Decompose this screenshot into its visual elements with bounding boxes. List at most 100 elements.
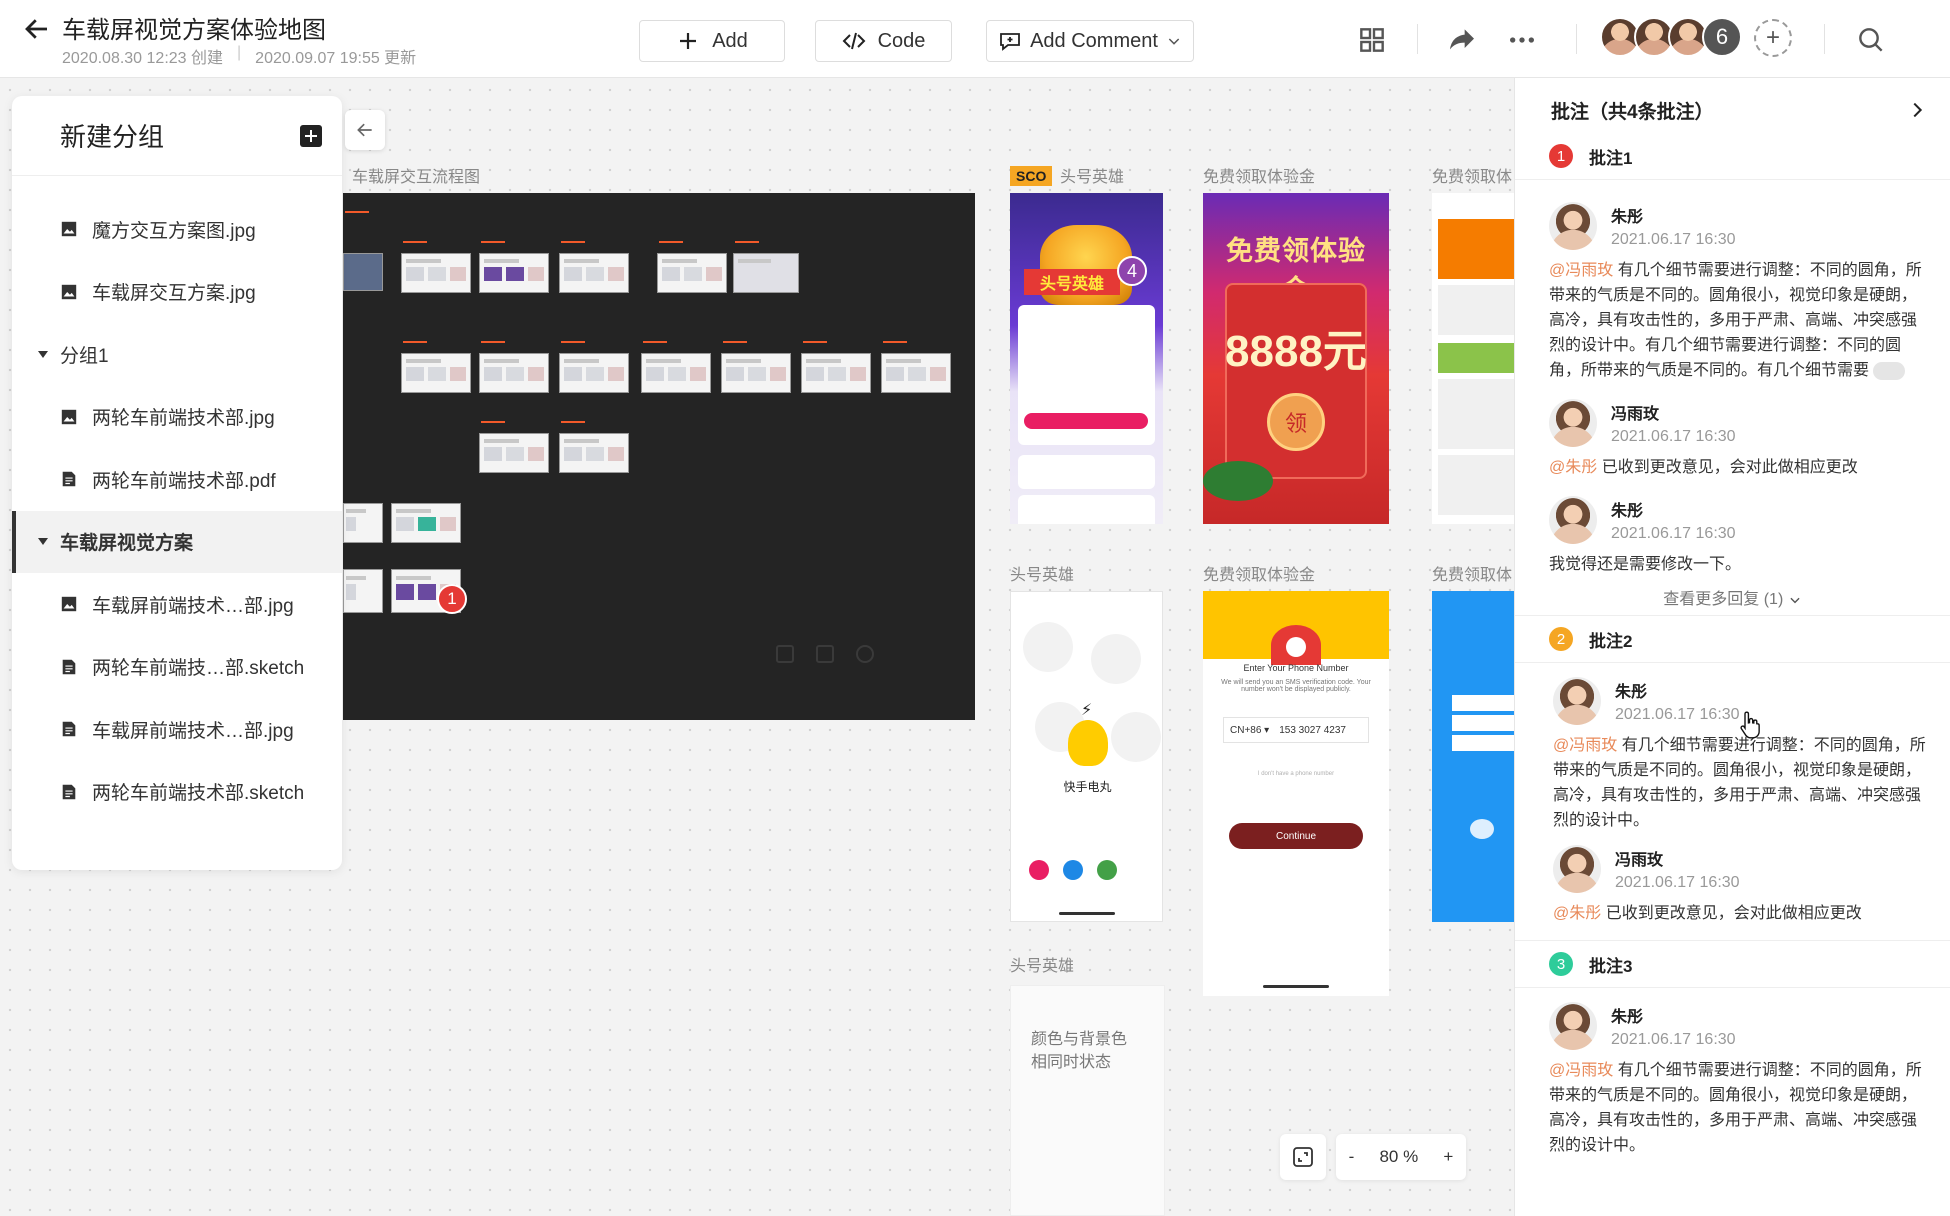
flow-chart-frame[interactable] [343, 193, 975, 720]
fit-screen-button[interactable] [1280, 1134, 1326, 1180]
continue-button: Continue [1229, 823, 1363, 849]
mention-link[interactable]: @朱彤 [1553, 905, 1601, 922]
mention-link[interactable]: @冯雨玫 [1549, 1062, 1613, 1079]
phone-mock-app-login[interactable]: ⚡ 快手电丸 [1010, 591, 1163, 922]
left-panel-header: 新建分组 [12, 96, 342, 176]
chevron-right-icon[interactable] [1906, 99, 1928, 121]
phone-mock-hero[interactable]: 头号英雄 [1010, 193, 1163, 524]
store-products [1438, 455, 1516, 515]
zoom-out-button[interactable]: - [1349, 1147, 1355, 1167]
phone-mock-trial[interactable]: 免费领体验金 8888元 领 [1203, 193, 1389, 524]
flow-thumbnail[interactable] [343, 569, 383, 613]
search-icon[interactable] [1855, 24, 1887, 56]
avatar [1549, 1002, 1597, 1050]
menu-row [1452, 695, 1516, 711]
file-item[interactable]: 车载屏前端技术…部.jpg [12, 573, 342, 636]
add-comment-dropdown[interactable]: Add Comment [986, 20, 1194, 62]
file-item[interactable]: 车载屏交互方案.jpg [12, 261, 342, 324]
comment-author: 朱彤 2021.06.17 16:30 [1549, 1002, 1930, 1050]
add-button[interactable]: Add [639, 20, 785, 62]
annotation-marker[interactable]: 1 [437, 584, 467, 614]
collapse-panel-button[interactable] [345, 110, 385, 150]
file-item[interactable]: 两轮车前端技术部.sketch [12, 761, 342, 824]
file-item[interactable]: 魔方交互方案图.jpg [12, 198, 342, 261]
annotation-header[interactable]: 1 批注1 [1515, 142, 1950, 180]
flow-thumbnail[interactable] [479, 253, 549, 293]
menu-row [1452, 735, 1516, 751]
annotation-header[interactable]: 3 批注3 [1515, 940, 1950, 988]
flow-thumbnail[interactable] [801, 353, 871, 393]
flow-thumbnail[interactable] [559, 433, 629, 473]
view-more-replies-button[interactable]: 查看更多回复 (1) [1515, 577, 1950, 615]
group-item[interactable]: 分组1 [12, 323, 342, 386]
comment-body: 已收到更改意见，会对此做相应更改 [1601, 905, 1862, 922]
flow-thumbnail[interactable] [479, 353, 549, 393]
member-count-badge: 6 [1702, 17, 1742, 57]
share-icon[interactable] [1446, 24, 1478, 56]
document-meta: 2020.08.30 12:23 创建 | 2020.09.07 19:55 更… [62, 44, 416, 68]
add-member-button[interactable]: + [1754, 19, 1792, 57]
author-name: 冯雨玫 [1615, 852, 1664, 869]
phone-mock-store[interactable] [1432, 193, 1516, 524]
verify-title: Enter Your Phone Number [1243, 663, 1349, 673]
flow-thumbnail[interactable] [881, 353, 951, 393]
phone-mock-verify[interactable]: Enter Your Phone Number We will send you… [1203, 591, 1389, 996]
file-item[interactable]: 两轮车前端技术部.pdf [12, 448, 342, 511]
annotation-marker[interactable]: 4 [1117, 256, 1147, 286]
store-products [1438, 379, 1516, 449]
flow-thumbnail[interactable] [733, 253, 799, 293]
flow-chart-label: 车载屏交互流程图 [352, 169, 481, 186]
created-time: 2020.08.30 12:23 创建 [62, 50, 224, 67]
expand-more-button[interactable] [1873, 361, 1906, 380]
code-button[interactable]: Code [815, 20, 952, 62]
mention-link[interactable]: @冯雨玫 [1553, 737, 1617, 754]
phone-mock-blue[interactable] [1432, 591, 1516, 922]
mascot-graphic [1068, 720, 1108, 766]
group-label: 分组1 [60, 345, 109, 367]
file-item[interactable]: 车载屏前端技术…部.jpg [12, 698, 342, 761]
file-item[interactable]: 两轮车前端技术部.jpg [12, 386, 342, 449]
flow-thumbnail[interactable] [343, 503, 383, 543]
bolt-icon: ⚡ [1081, 702, 1093, 719]
back-arrow-icon[interactable] [22, 14, 52, 44]
flow-tag [643, 341, 667, 343]
store-promo [1438, 343, 1516, 373]
flow-thumbnail[interactable] [401, 253, 471, 293]
author-name: 朱彤 [1611, 1009, 1644, 1026]
mention-link[interactable]: @朱彤 [1549, 459, 1597, 476]
flow-thumbnail[interactable] [721, 353, 791, 393]
comment-time: 2021.06.17 16:30 [1615, 706, 1740, 723]
annotation-number: 3 [1549, 952, 1573, 976]
flow-thumbnail[interactable] [657, 253, 727, 293]
flow-tag [883, 341, 907, 343]
comment-time: 2021.06.17 16:30 [1615, 874, 1740, 891]
left-panel: 新建分组 魔方交互方案图.jpg 车载屏交互方案.jpg 分组1 两轮车前端技术… [12, 96, 342, 870]
mention-link[interactable]: @冯雨玫 [1549, 262, 1613, 279]
grid-view-icon[interactable] [1356, 24, 1388, 56]
add-group-button[interactable] [300, 124, 322, 147]
note-card[interactable]: 颜色与背景色 相同时状态 [1010, 985, 1165, 1216]
annotation-header[interactable]: 2 批注2 [1515, 615, 1950, 663]
flow-thumbnail[interactable] [343, 253, 383, 291]
flow-thumbnail[interactable] [479, 433, 549, 473]
file-item[interactable]: 两轮车前端技…部.sketch [12, 636, 342, 699]
flow-thumbnail[interactable] [559, 353, 629, 393]
zoom-in-button[interactable]: + [1443, 1147, 1453, 1167]
wechat-login-icon [1097, 860, 1117, 880]
comment-body: 有几个细节需要进行调整：不同的圆角，所带来的气质是不同的。圆角很小，视觉印象是硬… [1549, 262, 1922, 379]
comment-add-icon [1000, 33, 1020, 51]
flow-thumbnail[interactable] [401, 353, 471, 393]
flow-thumbnail[interactable] [559, 253, 629, 293]
more-icon[interactable] [1506, 24, 1538, 56]
comments-title: 批注（共4条批注） [1551, 101, 1714, 123]
flow-thumbnail[interactable] [391, 503, 461, 543]
fit-screen-icon [1293, 1147, 1313, 1167]
comment-body: 已收到更改意见，会对此做相应更改 [1597, 459, 1858, 476]
collaborator-avatars[interactable]: 6 [1600, 17, 1742, 57]
annotation-label: 批注1 [1589, 149, 1633, 168]
flow-thumbnail[interactable] [641, 353, 711, 393]
store-grid [1438, 285, 1516, 335]
frame-label: 免费领取体 [1432, 567, 1513, 584]
comment-time: 2021.06.17 16:30 [1611, 1031, 1736, 1048]
group-item-active[interactable]: 车载屏视觉方案 [12, 510, 342, 573]
